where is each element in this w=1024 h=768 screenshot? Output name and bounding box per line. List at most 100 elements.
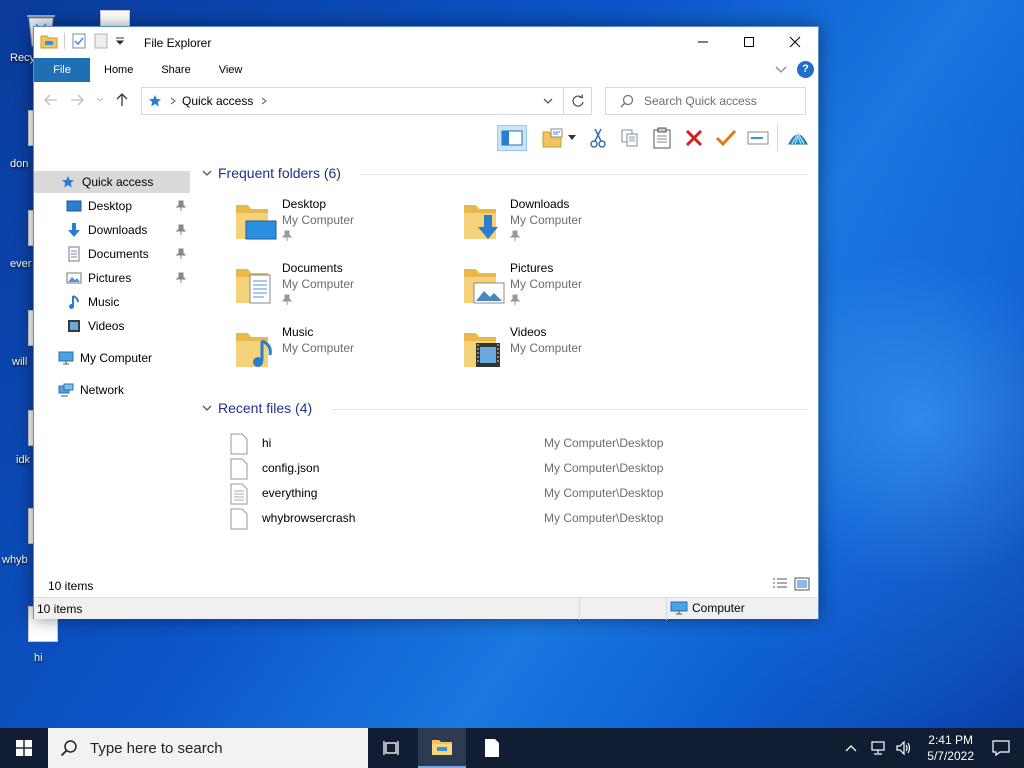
breadcrumb-quick-access[interactable]: Quick access (182, 94, 253, 108)
nav-item-label: Pictures (88, 271, 132, 285)
taskbar: Type here to search 2:41 PM 5/7/2022 (0, 728, 1024, 768)
forward-arrow-icon[interactable] (70, 94, 84, 106)
toolbar-separator (777, 125, 778, 151)
properties-icon[interactable] (71, 33, 87, 49)
nav-item-pictures[interactable]: Pictures (34, 267, 190, 289)
search-placeholder: Search Quick access (644, 94, 757, 108)
copy-icon (621, 129, 638, 147)
recent-file-row[interactable]: everything My Computer\Desktop (230, 481, 810, 505)
tab-share[interactable]: Share (147, 58, 204, 82)
downloads-folder-icon (464, 205, 498, 239)
status-bar-top: 10 items (34, 575, 818, 597)
nav-item-music[interactable]: Music (34, 291, 190, 313)
nav-item-label: Network (80, 383, 125, 397)
desktop-icon (66, 198, 82, 214)
network-icon[interactable] (869, 740, 887, 756)
folder-location: My Computer (282, 341, 355, 355)
file-path: My Computer\Desktop (544, 461, 664, 475)
file-path: My Computer\Desktop (544, 511, 664, 525)
copy-button[interactable] (615, 125, 645, 151)
nav-item-desktop[interactable]: Desktop (34, 195, 190, 217)
frequent-folders-header[interactable]: Frequent folders (6) (202, 165, 341, 181)
folder-tile-documents[interactable]: Documents My Computer (234, 261, 454, 317)
nav-item-downloads[interactable]: Downloads (34, 219, 190, 241)
folder-tile-videos[interactable]: Videos My Computer (462, 325, 682, 381)
recent-file-row[interactable]: whybrowsercrash My Computer\Desktop (230, 506, 810, 530)
file-explorer-window: File Explorer File Home Share View ? Qui… (33, 26, 819, 620)
folder-tile-downloads[interactable]: Downloads My Computer (462, 197, 682, 253)
computer-icon (58, 350, 74, 366)
folder-name: Pictures (510, 261, 554, 275)
recent-file-row[interactable]: config.json My Computer\Desktop (230, 456, 810, 480)
nav-item-videos[interactable]: Videos (34, 315, 190, 337)
view-toggles (772, 577, 810, 591)
large-icons-view-icon[interactable] (794, 577, 810, 591)
close-button[interactable] (772, 27, 818, 57)
status-divider (579, 598, 580, 620)
view-options-button[interactable] (537, 125, 581, 151)
back-arrow-icon[interactable] (44, 94, 58, 106)
status-location-label: Computer (692, 601, 745, 615)
file-icon (230, 508, 248, 530)
shell-button[interactable] (783, 125, 813, 151)
network-icon (58, 382, 74, 398)
new-folder-icon[interactable] (93, 33, 109, 49)
taskbar-file-explorer[interactable] (418, 728, 466, 768)
folder-tile-desktop[interactable]: Desktop My Computer (234, 197, 454, 253)
maximize-icon (744, 37, 754, 47)
expand-ribbon-chevron-icon[interactable] (775, 66, 787, 74)
window-title: File Explorer (144, 36, 212, 50)
volume-icon[interactable] (895, 740, 913, 756)
search-box[interactable]: Search Quick access (605, 87, 806, 115)
tab-view[interactable]: View (205, 58, 257, 82)
show-hidden-icons-chevron-icon[interactable] (845, 744, 857, 752)
content-area: Frequent folders (6) Desktop My Computer… (194, 157, 818, 577)
up-arrow-icon[interactable] (116, 93, 128, 107)
nav-item-my-computer[interactable]: My Computer (34, 347, 190, 369)
folder-tile-pictures[interactable]: Pictures My Computer (462, 261, 682, 317)
recent-files-header[interactable]: Recent files (4) (202, 400, 312, 416)
nav-item-label: My Computer (80, 351, 153, 365)
nav-item-network[interactable]: Network (34, 379, 190, 401)
task-view-icon (383, 741, 399, 755)
delete-button[interactable] (679, 125, 709, 151)
navigation-pane-button[interactable] (497, 125, 527, 151)
folder-location: My Computer (510, 213, 583, 227)
recent-locations-chevron-icon[interactable] (96, 97, 104, 103)
start-button[interactable] (0, 728, 48, 768)
customize-toolbar-chevron-icon[interactable] (115, 36, 125, 46)
taskbar-notepad[interactable] (468, 728, 516, 768)
checkmark-icon (715, 129, 737, 147)
nav-item-label: Documents (88, 247, 149, 261)
address-dropdown-chevron-icon[interactable] (543, 98, 553, 104)
task-view-button[interactable] (368, 728, 416, 768)
minimize-icon (698, 41, 708, 43)
notifications-icon[interactable] (992, 739, 1010, 757)
confirm-button[interactable] (711, 125, 741, 151)
rename-button[interactable] (743, 125, 773, 151)
minimize-button[interactable] (680, 27, 726, 57)
nav-item-documents[interactable]: Documents (34, 243, 190, 265)
file-explorer-icon (40, 35, 58, 49)
pin-icon (510, 230, 520, 241)
cut-button[interactable] (583, 125, 613, 151)
folder-tile-music[interactable]: Music My Computer (234, 325, 454, 381)
text-file-icon (230, 483, 248, 505)
paste-button[interactable] (647, 125, 677, 151)
breadcrumb-chevron-icon[interactable] (261, 97, 268, 105)
help-button[interactable]: ? (797, 61, 814, 78)
tab-home[interactable]: Home (90, 58, 147, 82)
clock[interactable]: 2:41 PM 5/7/2022 (927, 732, 974, 764)
maximize-button[interactable] (726, 27, 772, 57)
file-icon (230, 433, 248, 455)
rename-icon (747, 131, 769, 145)
nav-item-quick-access[interactable]: Quick access (34, 171, 190, 193)
nav-item-label: Videos (88, 319, 125, 333)
recent-file-row[interactable]: hi My Computer\Desktop (230, 431, 810, 455)
refresh-button[interactable] (563, 87, 591, 115)
details-view-icon[interactable] (772, 577, 788, 591)
tab-file[interactable]: File (34, 58, 90, 82)
taskbar-search-box[interactable]: Type here to search (48, 728, 368, 768)
address-bar[interactable]: Quick access (141, 87, 592, 115)
pin-icon (510, 294, 520, 305)
